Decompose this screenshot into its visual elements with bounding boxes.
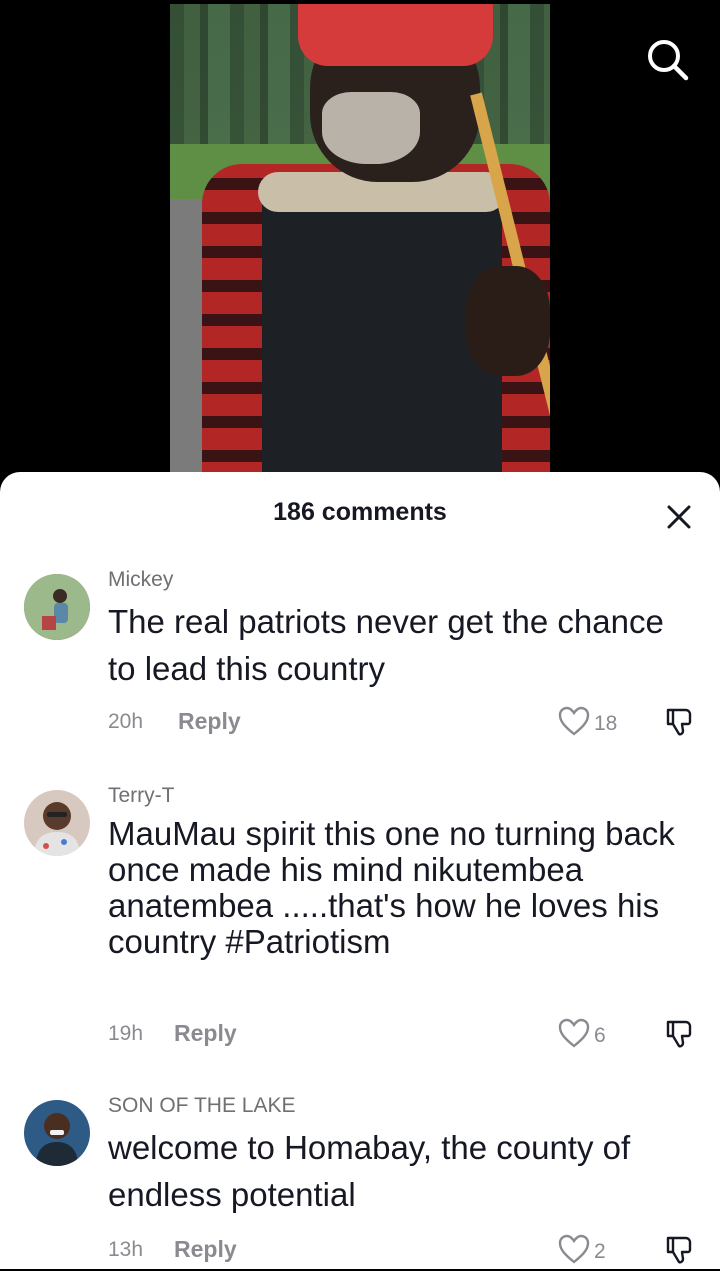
reply-button[interactable]: Reply bbox=[174, 1236, 237, 1263]
avatar[interactable] bbox=[24, 790, 90, 856]
comment-timestamp: 19h bbox=[108, 1022, 144, 1045]
video-person-hand bbox=[466, 266, 550, 376]
thumbs-down-icon[interactable] bbox=[664, 706, 696, 738]
comment-username[interactable]: Mickey bbox=[108, 568, 173, 592]
comment-text: MauMau spirit this one no turning back o… bbox=[108, 815, 675, 960]
like-button[interactable]: 6 bbox=[558, 1018, 606, 1053]
like-count: 2 bbox=[594, 1239, 606, 1263]
avatar[interactable] bbox=[24, 1100, 90, 1166]
comments-count-title: 186 comments bbox=[273, 498, 447, 526]
like-button[interactable]: 2 bbox=[558, 1234, 606, 1269]
like-count: 6 bbox=[594, 1023, 606, 1047]
comment-username[interactable]: Terry-T bbox=[108, 784, 175, 808]
video-person-beard bbox=[322, 92, 420, 164]
thumbs-down-icon[interactable] bbox=[664, 1018, 696, 1050]
thumbs-down-icon[interactable] bbox=[664, 1234, 696, 1266]
heart-icon bbox=[558, 706, 590, 741]
comments-sheet: 186 comments Mickey The real patriots ne… bbox=[0, 472, 720, 1269]
video-person-hat bbox=[298, 4, 493, 66]
comment-timestamp: 20h bbox=[108, 710, 144, 733]
search-icon[interactable] bbox=[644, 36, 690, 82]
comment-username[interactable]: SON OF THE LAKE bbox=[108, 1094, 296, 1118]
video-player[interactable] bbox=[0, 0, 720, 480]
avatar[interactable] bbox=[24, 574, 90, 640]
heart-icon bbox=[558, 1018, 590, 1053]
comment-timestamp: 13h bbox=[108, 1238, 144, 1261]
like-button[interactable]: 18 bbox=[558, 706, 617, 741]
like-count: 18 bbox=[594, 711, 618, 735]
video-frame[interactable] bbox=[170, 4, 550, 480]
comment-text: The real patriots never get the chance t… bbox=[108, 603, 664, 687]
close-icon[interactable] bbox=[662, 500, 696, 534]
comment-text: welcome to Homabay, the county of endles… bbox=[108, 1129, 631, 1213]
heart-icon bbox=[558, 1234, 590, 1269]
reply-button[interactable]: Reply bbox=[178, 708, 241, 735]
reply-button[interactable]: Reply bbox=[174, 1020, 237, 1047]
